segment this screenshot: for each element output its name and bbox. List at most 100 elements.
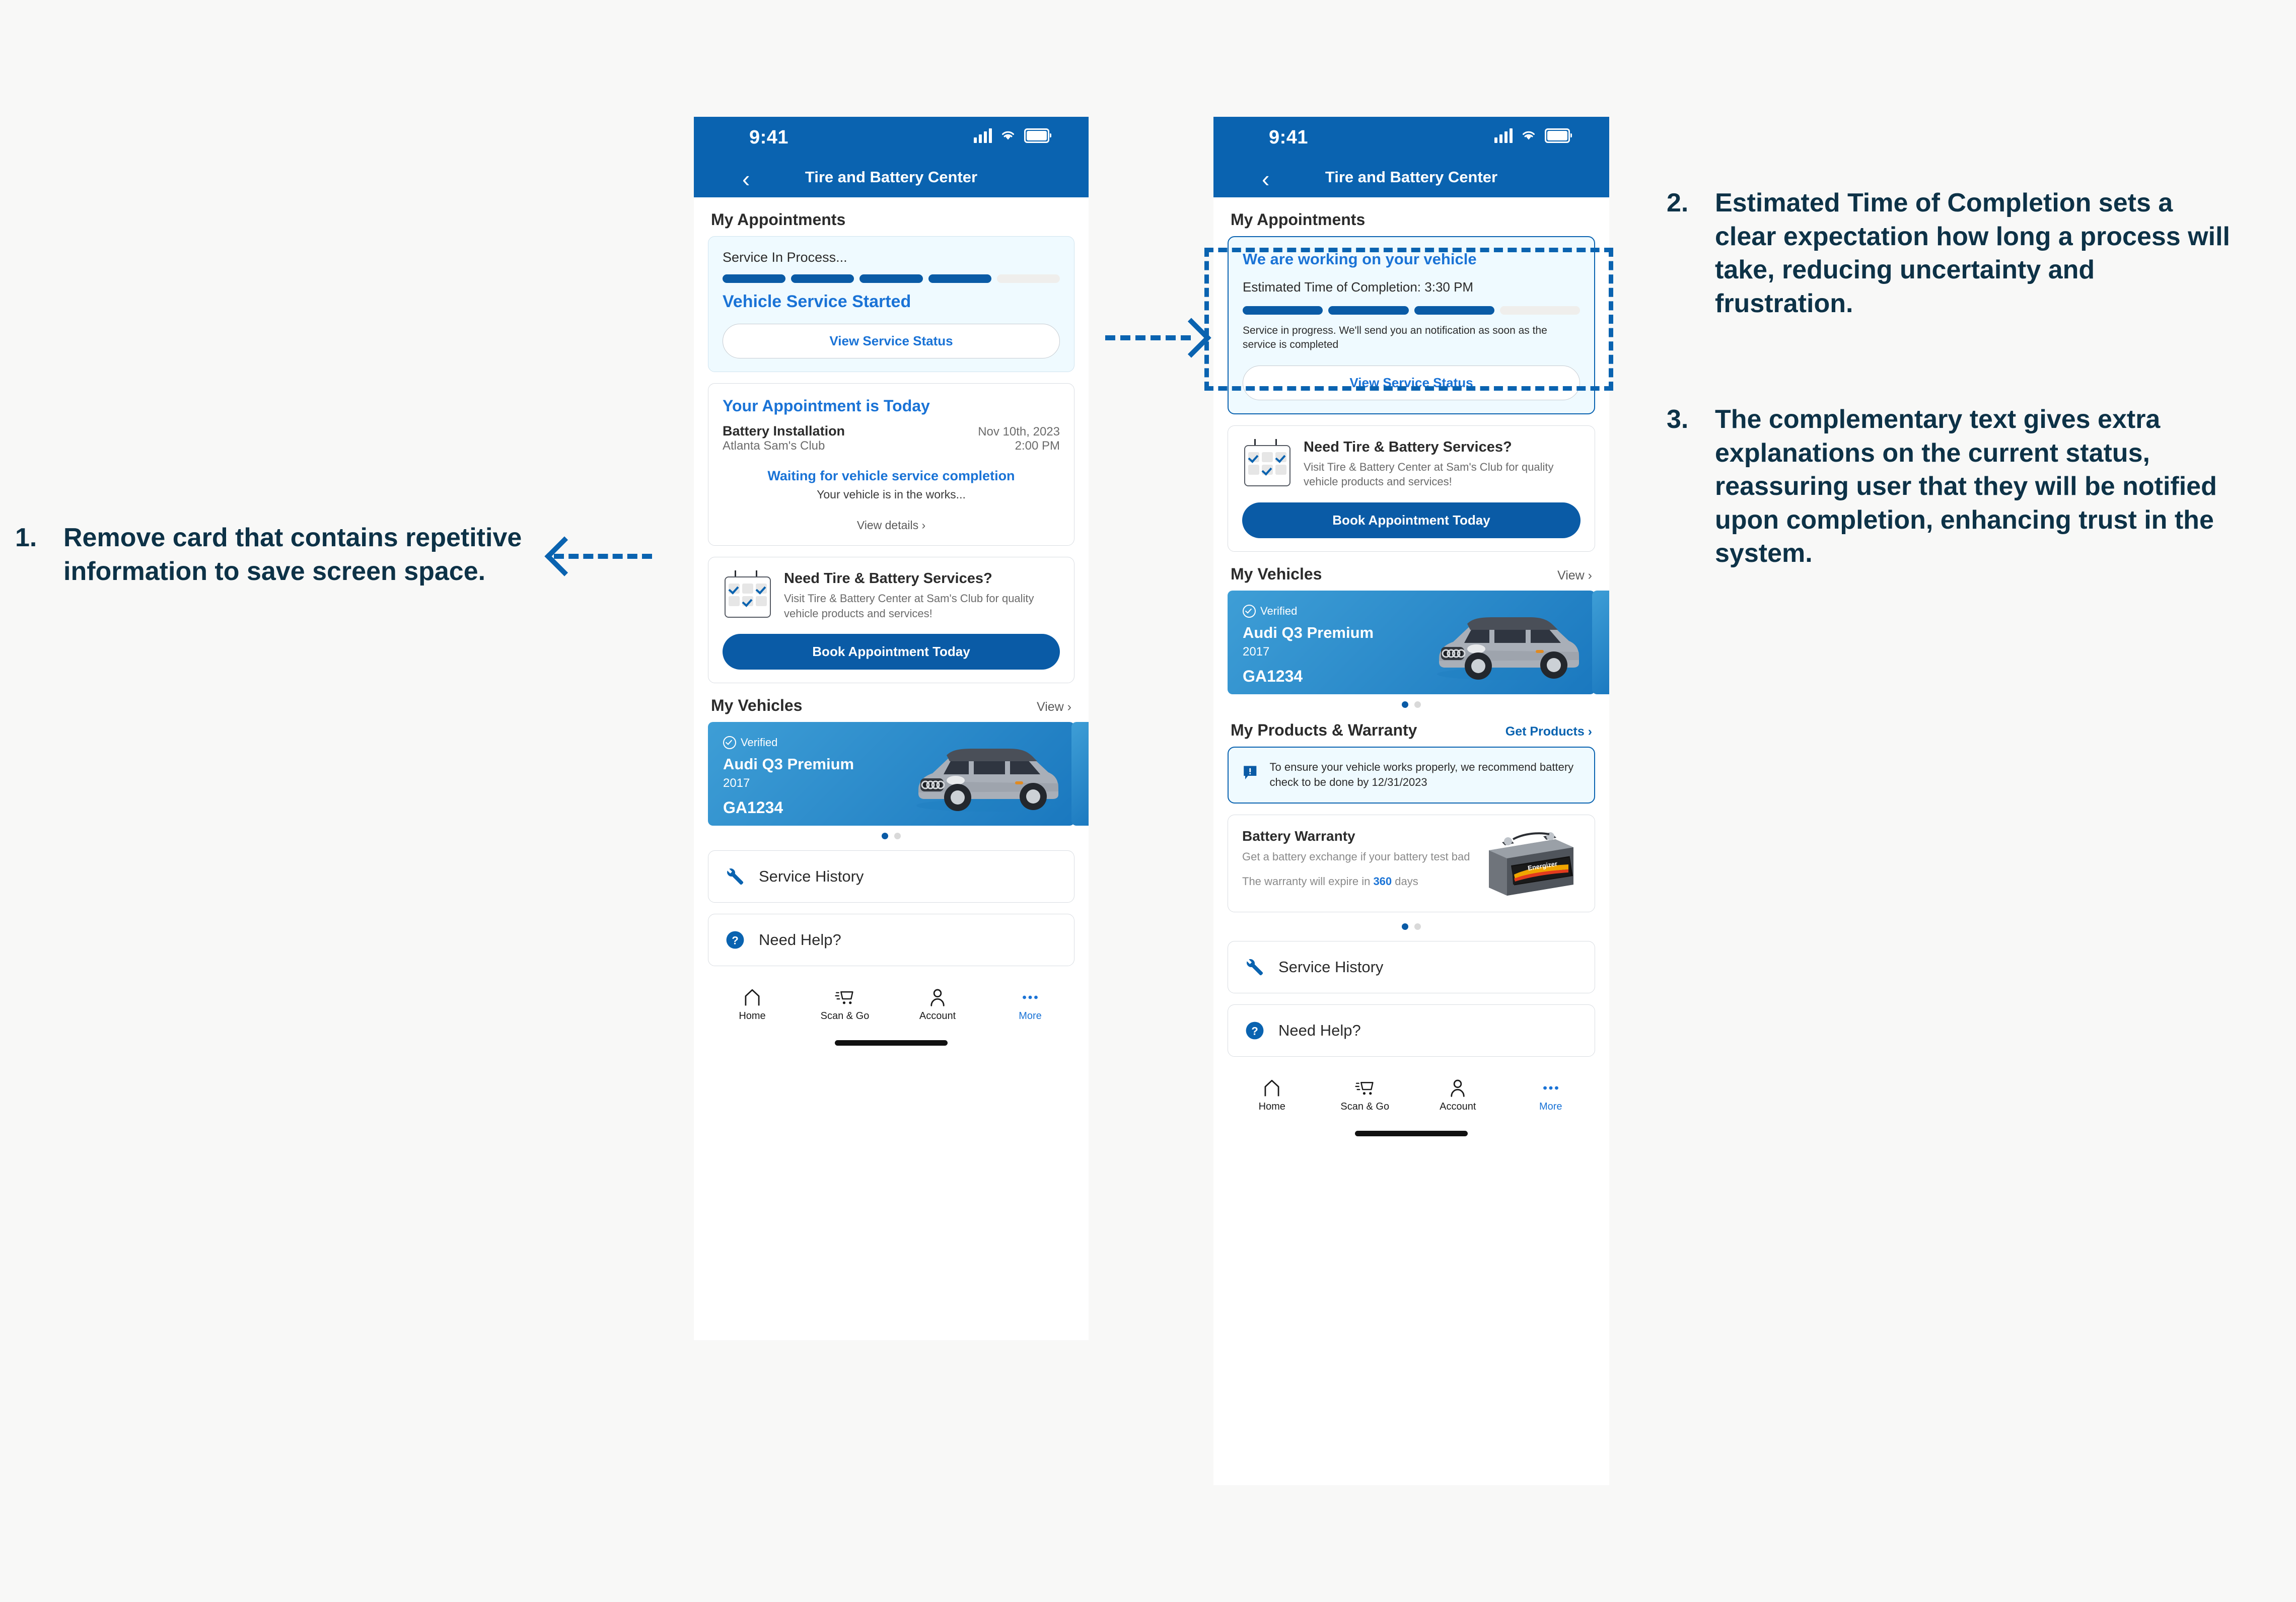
service-in-process-card[interactable]: Service In Process... Vehicle Service St… xyxy=(708,236,1074,372)
appointment-service: Battery Installation xyxy=(723,423,845,439)
check-circle-icon xyxy=(723,736,736,750)
home-indicator xyxy=(1355,1130,1468,1136)
service-history-label: Service History xyxy=(759,867,864,886)
calendar-checks-icon xyxy=(1242,439,1292,486)
vehicles-view-link[interactable]: View › xyxy=(1557,568,1592,583)
wifi-icon xyxy=(1521,129,1537,141)
get-products-link[interactable]: Get Products › xyxy=(1505,724,1592,739)
vehicle-image xyxy=(916,749,1058,812)
tab-home-label: Home xyxy=(1258,1101,1285,1112)
tab-scan-and-go[interactable]: Scan & Go xyxy=(1327,1079,1403,1113)
vehicle-name: Audi Q3 Premium xyxy=(1243,624,1374,642)
scan-cart-icon xyxy=(835,991,853,1004)
svg-text:?: ? xyxy=(1251,1025,1258,1037)
annotation-2-text: Estimated Time of Completion sets a clea… xyxy=(1715,188,2230,318)
home-icon xyxy=(745,989,760,1006)
annotation-3-number: 3. xyxy=(1667,405,1689,434)
tab-home[interactable]: Home xyxy=(714,988,790,1022)
vehicle-card-peek[interactable] xyxy=(1071,722,1089,826)
vehicle-carousel[interactable]: Verified Audi Q3 Premium 2017 GA1234 xyxy=(1228,591,1609,695)
appointments-heading: My Appointments xyxy=(1231,210,1366,229)
status-bar-time: 9:41 xyxy=(749,127,789,148)
vehicle-year: 2017 xyxy=(723,776,750,790)
service-history-label: Service History xyxy=(1278,958,1384,976)
appointment-waiting-sub: Your vehicle is in the works... xyxy=(817,488,966,501)
vehicle-pager[interactable] xyxy=(1228,701,1595,708)
appointment-today-card[interactable]: Your Appointment is Today Battery Instal… xyxy=(708,383,1074,546)
annotation-3: 3. The complementary text gives extra ex… xyxy=(1667,403,2231,570)
tab-more[interactable]: More xyxy=(992,988,1068,1022)
progress-label: Service In Process... xyxy=(723,250,847,265)
bottom-tab-bar: Home Scan & Go Account More xyxy=(1213,1068,1609,1113)
page-title: Tire and Battery Center xyxy=(805,168,978,186)
question-circle-icon: ? xyxy=(726,931,744,949)
view-details-link[interactable]: View details › xyxy=(723,519,1060,532)
check-circle-icon xyxy=(1243,605,1256,618)
vehicle-year: 2017 xyxy=(1243,645,1270,659)
warranty-section-header: My Products & Warranty Get Products › xyxy=(1231,721,1592,740)
calendar-checks-icon xyxy=(723,570,772,618)
person-icon xyxy=(930,989,945,1007)
vehicle-name: Audi Q3 Premium xyxy=(723,755,854,773)
status-bar: 9:41 xyxy=(1213,117,1609,161)
appointment-service-row: Battery Installation Nov 10th, 2023 xyxy=(723,423,1060,439)
appointment-location-row: Atlanta Sam's Club 2:00 PM xyxy=(723,439,1060,453)
need-help-label: Need Help? xyxy=(1278,1021,1361,1039)
vehicle-carousel[interactable]: Verified Audi Q3 Premium 2017 GA1234 xyxy=(708,722,1089,826)
vehicle-card[interactable]: Verified Audi Q3 Premium 2017 GA1234 xyxy=(1228,591,1595,695)
promo-subtitle: Visit Tire & Battery Center at Sam's Clu… xyxy=(1304,460,1554,488)
promo-title: Need Tire & Battery Services? xyxy=(1304,439,1512,455)
vehicles-section-header: My Vehicles View › xyxy=(1231,565,1592,584)
screen-content-a: My Appointments Service In Process... Ve… xyxy=(694,210,1089,967)
tab-account[interactable]: Account xyxy=(900,988,975,1022)
service-history-row[interactable]: Service History xyxy=(1228,940,1595,993)
service-history-row[interactable]: Service History xyxy=(708,850,1074,903)
nav-bar: ‹ Tire and Battery Center xyxy=(1213,161,1609,197)
vehicle-pager[interactable] xyxy=(708,833,1074,840)
tab-account[interactable]: Account xyxy=(1420,1079,1495,1113)
tab-home-label: Home xyxy=(739,1010,766,1022)
tab-scan-and-go[interactable]: Scan & Go xyxy=(807,988,883,1022)
tab-more[interactable]: More xyxy=(1513,1079,1589,1113)
appointment-date: Nov 10th, 2023 xyxy=(978,425,1060,439)
svg-text:?: ? xyxy=(732,934,739,947)
warranty-expiry-suffix: days xyxy=(1392,875,1418,888)
verified-badge: Verified xyxy=(1243,605,1297,618)
battery-check-alert-text: To ensure your vehicle works properly, w… xyxy=(1269,761,1574,789)
annotation-2-number: 2. xyxy=(1667,188,1689,217)
book-appointment-button[interactable]: Book Appointment Today xyxy=(723,634,1060,670)
status-bar-icons xyxy=(974,128,1051,143)
progress-segments xyxy=(723,274,1060,283)
battery-full-icon xyxy=(1545,128,1572,143)
status-bar: 9:41 xyxy=(694,117,1089,161)
promo-subtitle: Visit Tire & Battery Center at Sam's Clu… xyxy=(784,592,1034,620)
need-help-row[interactable]: ? Need Help? xyxy=(708,914,1074,967)
tab-account-label: Account xyxy=(1440,1101,1476,1112)
phone-mockup-before: 9:41 ‹ Tire and Battery Center My Appoin… xyxy=(694,117,1089,1340)
car-battery-image: Energizer xyxy=(1489,832,1573,896)
need-help-row[interactable]: ? Need Help? xyxy=(1228,1004,1595,1057)
warranty-expiry: The warranty will expire in 360 days xyxy=(1242,875,1471,888)
vehicles-heading: My Vehicles xyxy=(1231,565,1322,584)
annotation-2: 2. Estimated Time of Completion sets a c… xyxy=(1667,186,2231,320)
vehicle-image xyxy=(1437,617,1579,681)
nav-bar: ‹ Tire and Battery Center xyxy=(694,161,1089,197)
warranty-expiry-prefix: The warranty will expire in xyxy=(1242,875,1374,888)
tab-more-label: More xyxy=(1539,1101,1562,1112)
signal-bars-icon xyxy=(1494,128,1513,143)
warranty-pager[interactable] xyxy=(1228,923,1595,930)
view-service-status-button[interactable]: View Service Status xyxy=(723,324,1060,358)
vehicle-card[interactable]: Verified Audi Q3 Premium 2017 GA1234 xyxy=(708,722,1074,826)
vehicle-card-peek[interactable] xyxy=(1592,591,1609,695)
warranty-heading: My Products & Warranty xyxy=(1231,721,1417,740)
book-appointment-button[interactable]: Book Appointment Today xyxy=(1242,502,1581,539)
tab-home[interactable]: Home xyxy=(1234,1079,1310,1113)
battery-warranty-card[interactable]: Battery Warranty Get a battery exchange … xyxy=(1228,814,1595,912)
ellipsis-icon xyxy=(1543,1086,1558,1090)
annotation-3-text: The complementary text gives extra expla… xyxy=(1715,405,2217,568)
appointment-location: Atlanta Sam's Club xyxy=(723,439,825,453)
vehicles-view-link[interactable]: View › xyxy=(1037,700,1071,714)
appointment-title: Your Appointment is Today xyxy=(723,397,930,415)
status-bar-icons xyxy=(1494,128,1572,143)
annotation-highlight-box xyxy=(1204,248,1613,391)
